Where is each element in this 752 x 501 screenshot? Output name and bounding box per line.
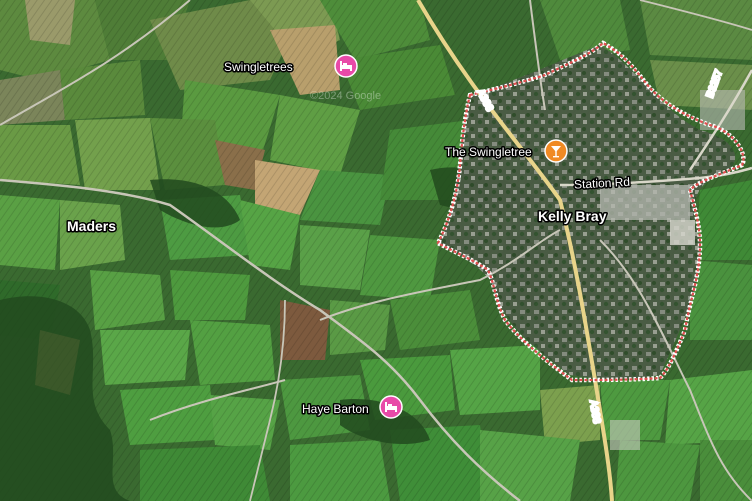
place-label-kelly-bray[interactable]: Kelly Bray	[537, 207, 609, 226]
place-label-the-swingletree[interactable]: The Swingletree	[444, 144, 534, 161]
map-view[interactable]: ©2024 Google A388 A388 B3257 Swingletree…	[0, 0, 752, 501]
hotel-pin-haye-barton[interactable]	[379, 395, 403, 419]
hotel-pin-swingletrees[interactable]	[334, 54, 358, 78]
road-label-station-rd: Station Rd	[572, 173, 632, 193]
road-label-station-rd-text[interactable]: Station Rd	[572, 173, 632, 193]
place-label-maders[interactable]: Maders	[66, 217, 118, 236]
place-label-swingletrees[interactable]: Swingletrees	[223, 59, 295, 76]
map-watermark: ©2024 Google	[310, 90, 381, 102]
bar-pin-the-swingletree[interactable]	[544, 139, 568, 163]
map-canvas: ©2024 Google A388 A388 B3257 Swingletree…	[0, 0, 752, 501]
place-label-haye-barton[interactable]: Haye Barton	[301, 401, 371, 418]
